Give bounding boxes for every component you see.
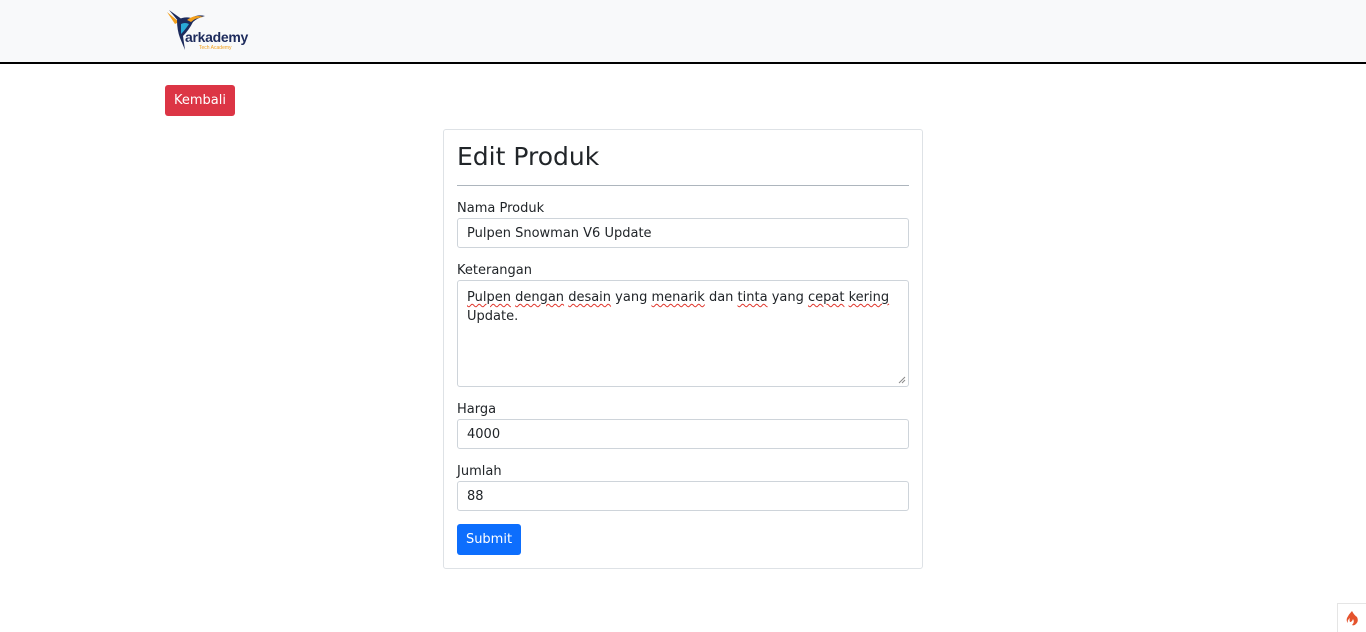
spelling-flagged-word: cepat bbox=[807, 290, 845, 305]
jumlah-value: 88 bbox=[467, 488, 484, 504]
brand-tagline: Tech Academy bbox=[199, 45, 232, 51]
keterangan-label: Keterangan bbox=[457, 263, 532, 278]
nama-produk-label: Nama Produk bbox=[457, 201, 545, 216]
keterangan-textarea[interactable]: Pulpen dengan desain yang menarik dan ti… bbox=[457, 280, 909, 387]
spelling-flagged-word: dengan bbox=[515, 290, 565, 305]
jumlah-input[interactable]: 88 bbox=[457, 481, 909, 511]
flame-icon bbox=[1346, 611, 1358, 626]
edit-product-card: Edit Produk Nama Produk Pulpen Snowman V… bbox=[443, 129, 923, 569]
keterangan-text: yang bbox=[767, 290, 808, 305]
keterangan-line-2: Update. bbox=[467, 309, 519, 324]
page-title: Edit Produk bbox=[457, 142, 600, 171]
resize-handle-icon[interactable] bbox=[898, 376, 906, 384]
keterangan-text: dan bbox=[704, 290, 738, 305]
nama-produk-value: Pulpen Snowman V6 Update bbox=[467, 225, 652, 241]
harga-label: Harga bbox=[457, 402, 497, 417]
harga-value: 4000 bbox=[467, 426, 501, 442]
back-button[interactable]: Kembali bbox=[165, 85, 235, 116]
brand-name: arkademy bbox=[185, 29, 248, 45]
title-divider bbox=[457, 185, 909, 186]
navbar: arkademy Tech Academy bbox=[0, 0, 1366, 64]
spelling-flagged-word: tinta bbox=[737, 290, 768, 305]
spelling-flagged-word: desain bbox=[568, 290, 612, 305]
submit-button[interactable]: Submit bbox=[457, 524, 521, 555]
spelling-flagged-word: kering bbox=[848, 290, 890, 305]
spelling-flagged-word: menarik bbox=[651, 290, 705, 305]
brand-logo[interactable]: arkademy Tech Academy bbox=[165, 8, 265, 54]
keterangan-line-1: Pulpen dengan desain yang menarik dan ti… bbox=[467, 288, 899, 307]
nama-produk-input[interactable]: Pulpen Snowman V6 Update bbox=[457, 218, 909, 248]
spelling-flagged-word: Pulpen bbox=[467, 290, 511, 305]
jumlah-label: Jumlah bbox=[457, 464, 502, 479]
keterangan-text: yang bbox=[611, 290, 652, 305]
corner-badge[interactable] bbox=[1337, 603, 1366, 632]
harga-input[interactable]: 4000 bbox=[457, 419, 909, 449]
